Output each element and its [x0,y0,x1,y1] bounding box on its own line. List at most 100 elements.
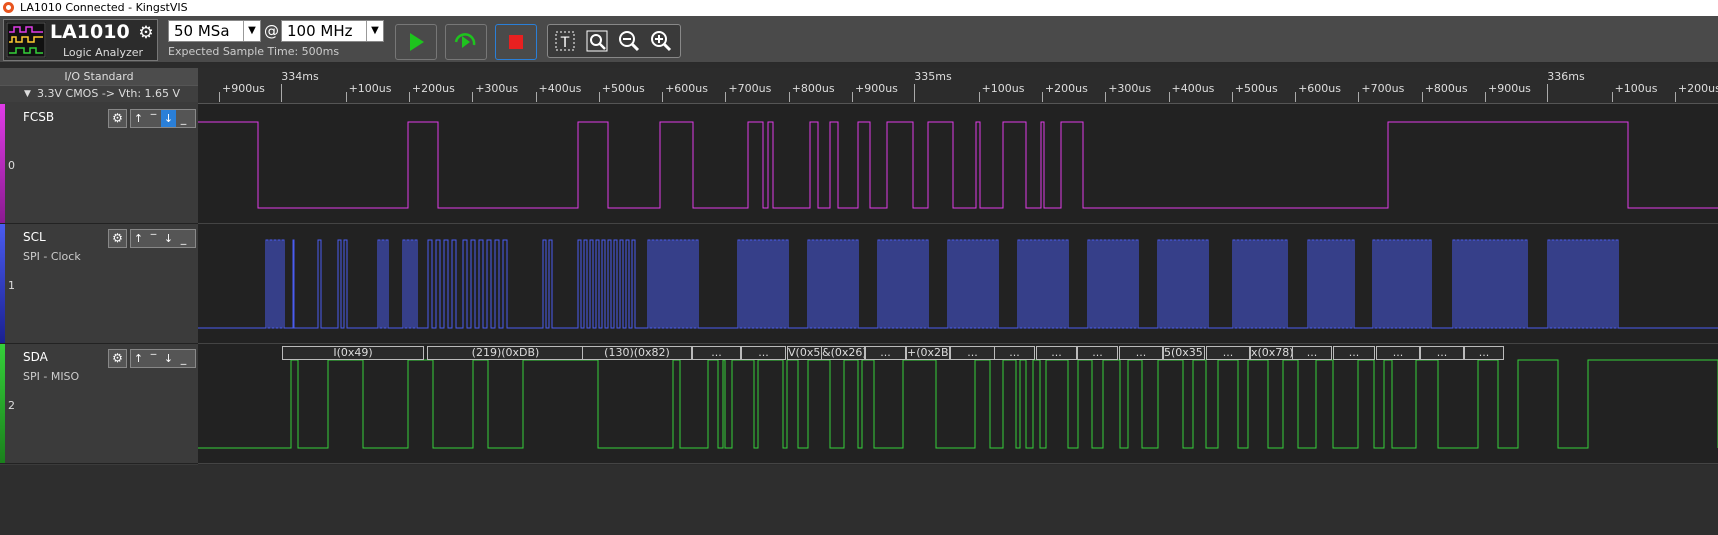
ruler-tick-mark [725,92,727,102]
spi-decode-value[interactable]: &(0x26) [821,346,865,360]
channel-settings-gear-icon[interactable]: ⚙ [108,349,127,368]
ruler-tick-label: +300us [1108,82,1152,95]
waveform-scl[interactable] [198,224,1718,344]
channel-row-fcsb[interactable]: 0 FCSB ⚙ ↑ ‾ ↓ _ [0,104,198,224]
sample-depth-select[interactable]: 50 MSa ▼ [168,20,261,42]
channel-color-bar [0,224,5,343]
chevron-down-icon: ▼ [243,21,260,41]
spi-decode-value[interactable]: ... [1119,346,1163,360]
spi-decode-value[interactable]: ... [1036,346,1077,360]
sample-depth-value: 50 MSa [174,22,230,40]
rising-edge-icon[interactable]: ↑ [131,110,146,127]
ruler-tick-label: 336ms [1547,70,1585,83]
title-bar: LA1010 Connected - KingstVIS [0,0,1718,16]
ruler-tick-mark [535,92,537,102]
ruler-tick-label: +900us [222,82,265,95]
zoom-fit-icon[interactable] [584,28,610,54]
device-subtitle: Logic Analyzer [62,46,144,59]
channel-index: 2 [8,399,15,412]
zoom-out-icon[interactable] [616,28,642,54]
spi-decode-value[interactable]: ... [1333,346,1375,360]
channel-name[interactable]: SDA [23,350,48,364]
ruler-tick-mark [978,92,980,102]
falling-edge-icon[interactable]: ↓ [161,350,176,367]
time-ruler[interactable]: +900us 334ms +100us +200us +300us +400us +500u… [198,68,1718,104]
spi-decode-value[interactable]: (219)(0xDB) [427,346,584,360]
spi-decode-value[interactable]: ... [1464,346,1504,360]
ruler-tick-label: +700us [728,82,772,95]
device-panel[interactable]: LA1010 ⚙ Logic Analyzer [3,19,158,61]
spi-decode-value[interactable]: ... [994,346,1035,360]
ruler-tick-mark [281,84,283,102]
spi-decode-value[interactable]: ... [865,346,906,360]
stop-button[interactable] [495,24,537,60]
low-level-icon[interactable]: _ [176,350,191,367]
spi-decode-value[interactable]: 5(0x35) [1163,346,1205,360]
trigger-selector[interactable]: ↑ ‾ ↓ _ [130,229,196,248]
kingstvis-logo-icon [3,2,14,13]
ruler-tick-label: 334ms [281,70,319,83]
spi-decode-value[interactable]: ... [1206,346,1250,360]
repeat-play-icon [454,33,476,48]
high-level-icon[interactable]: ‾ [146,110,161,127]
main-toolbar: LA1010 ⚙ Logic Analyzer 50 MSa ▼ @ 100 M… [0,16,1718,63]
ruler-tick-mark [1041,92,1043,102]
device-settings-gear-icon[interactable]: ⚙ [135,22,157,44]
channel-settings-gear-icon[interactable]: ⚙ [108,229,127,248]
spi-decode-value[interactable]: x(0x78) [1250,346,1294,360]
spi-decode-value[interactable]: ... [1420,346,1464,360]
high-level-icon[interactable]: ‾ [146,350,161,367]
channel-row-scl[interactable]: 1 SCL SPI - Clock ⚙ ↑ ‾ ↓ _ [0,224,198,344]
falling-edge-icon[interactable]: ↓ [161,230,176,247]
spi-decode-value[interactable]: ... [692,346,741,360]
ruler-tick-label: +700us [1361,82,1405,95]
zoom-in-icon[interactable] [648,28,674,54]
channel-color-bar [0,104,5,223]
low-level-icon[interactable]: _ [176,230,191,247]
spi-decode-value[interactable]: ... [1292,346,1332,360]
io-voltage-row[interactable]: ▼ 3.3V CMOS -> Vth: 1.65 V [0,86,198,102]
start-button[interactable] [395,24,437,60]
ruler-tick-label: +100us [981,82,1025,95]
ruler-tick-label: +800us [791,82,835,95]
spi-decode-value[interactable]: ... [741,346,786,360]
trigger-selector[interactable]: ↑ ‾ ↓ _ [130,349,196,368]
ruler-tick-mark [1295,92,1297,102]
trigger-selector[interactable]: ↑ ‾ ↓ _ [130,109,196,128]
ruler-tick-label: +800us [1424,82,1468,95]
fcsb-trace [198,121,1718,209]
ruler-tick-mark [1547,84,1549,102]
rising-edge-icon[interactable]: ↑ [131,350,146,367]
spi-decode-value[interactable]: I(0x49) [282,346,424,360]
play-icon [410,33,424,51]
waveform-fcsb[interactable] [198,104,1718,224]
ruler-tick-label: +900us [1488,82,1531,95]
sample-rate-select[interactable]: 100 MHz ▼ [281,20,384,42]
rising-edge-icon[interactable]: ↑ [131,230,146,247]
ruler-tick-mark [914,84,916,102]
repeat-start-button[interactable] [445,24,487,60]
ruler-tick-label: +500us [1234,82,1278,95]
channel-name[interactable]: SCL [23,230,46,244]
channel-settings-gear-icon[interactable]: ⚙ [108,109,127,128]
empty-workspace [0,465,1718,535]
channel-index: 1 [8,279,15,292]
sda-trace [198,359,1718,449]
falling-edge-icon[interactable]: ↓ [161,110,176,127]
channel-name[interactable]: FCSB [23,110,54,124]
low-level-icon[interactable]: _ [176,110,191,127]
ruler-tick-label: +200us [411,82,455,95]
spi-decode-value[interactable]: +(0x2B) [906,346,950,360]
spi-decode-value[interactable]: ... [1077,346,1118,360]
ruler-tick-mark [1358,92,1360,102]
ruler-tick-mark [1674,92,1676,102]
spi-decode-value[interactable]: (130)(0x82) [582,346,692,360]
channel-color-bar [0,344,5,463]
spi-decode-value[interactable]: ... [1376,346,1420,360]
collapse-triangle-icon[interactable]: ▼ [24,86,31,102]
text-tool-icon[interactable]: T [552,28,578,54]
high-level-icon[interactable]: ‾ [146,230,161,247]
waveform-sda[interactable] [198,344,1718,464]
spi-decode-value[interactable]: ... [950,346,995,360]
channel-row-sda[interactable]: 2 SDA SPI - MISO ⚙ ↑ ‾ ↓ _ [0,344,198,464]
